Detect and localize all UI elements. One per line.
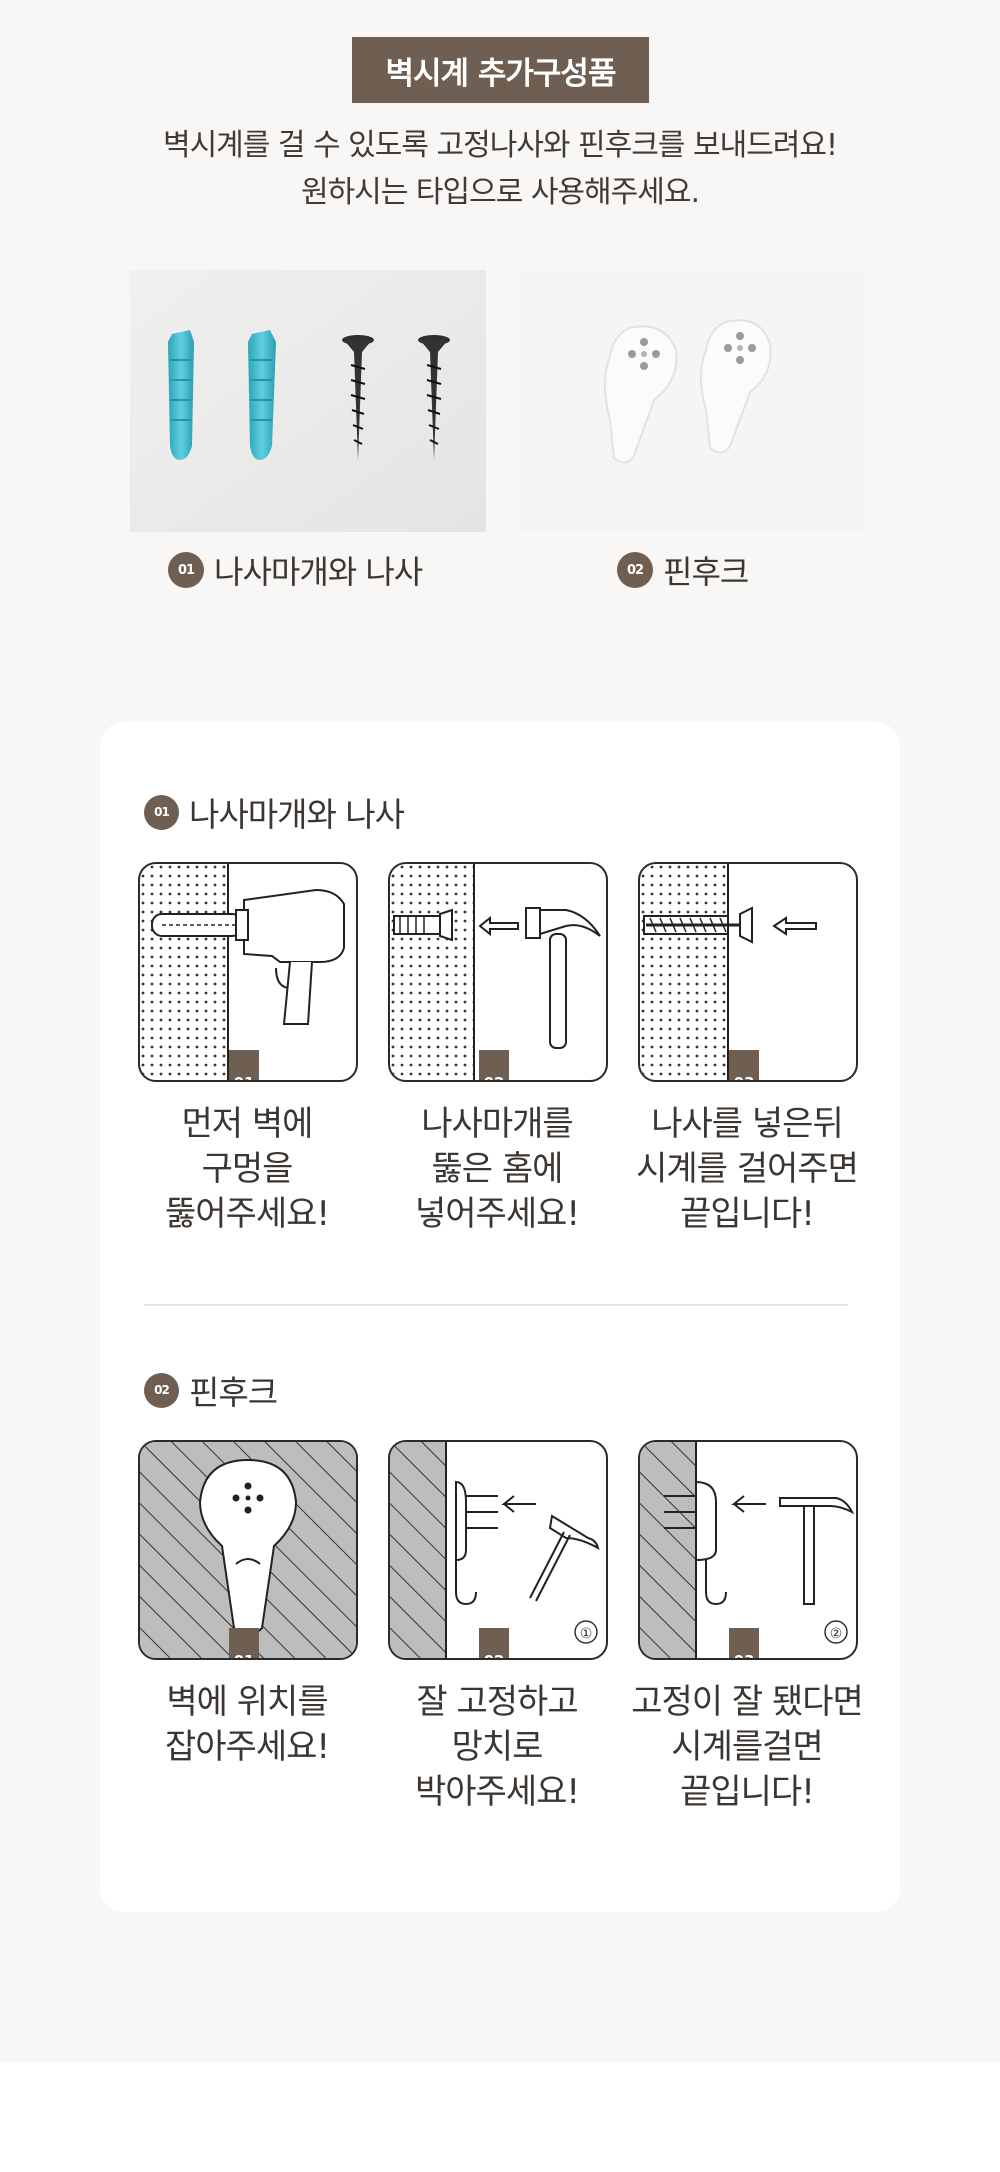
intro-text: 벽시계를 걸 수 있도록 고정나사와 핀후크를 보내드려요! 원하시는 타입으로… [0, 122, 1000, 216]
section-title-pin-hook: 02 핀후크 [144, 1366, 278, 1414]
step-illustration: 01 [138, 1440, 358, 1660]
hook-position-illustration [140, 1442, 356, 1658]
step-illustration: ① 02 [388, 1440, 608, 1660]
screw-step-2: 02 나사마개를 뚫은 홈에 넣어주세요! [388, 862, 608, 1237]
hook-fixed-illustration: ② [640, 1442, 855, 1658]
section-title-screw: 01 나사마개와 나사 [144, 788, 405, 836]
step-illustration: 01 [138, 862, 358, 1082]
step-description: 잘 고정하고 망치로 박아주세요! [414, 1682, 580, 1812]
section-divider [144, 1304, 848, 1306]
step-illustration: ② 03 [638, 1440, 858, 1660]
section-number-badge: 02 [144, 1372, 179, 1408]
component-label: 핀후크 [663, 553, 749, 591]
hammer-anchor-illustration [390, 864, 601, 1080]
step-number-tag: 02 [479, 1628, 509, 1658]
hook-hammer-illustration: ① [390, 1442, 600, 1658]
pin-hook-photo [514, 270, 870, 532]
page-title: 벽시계 추가구성품 [352, 37, 649, 103]
step-marker: ② [830, 1626, 843, 1642]
step-description: 나사를 넣은뒤 시계를 걸어주면 끝입니다! [636, 1104, 859, 1234]
screw-step-1: 01 먼저 벽에 구멍을 뚫어주세요! [138, 862, 358, 1237]
step-number-tag: 01 [229, 1050, 259, 1080]
component-number-badge: 01 [168, 552, 204, 588]
step-number-tag: 03 [729, 1050, 759, 1080]
step-number-tag: 01 [229, 1628, 259, 1658]
page-background: 벽시계 추가구성품 벽시계를 걸 수 있도록 고정나사와 핀후크를 보내드려요!… [0, 0, 1000, 2062]
pin-hook-step-1: 01 벽에 위치를 잡아주세요! [138, 1440, 358, 1770]
anchor-screw-photo [130, 270, 486, 532]
step-number-tag: 03 [729, 1628, 759, 1658]
plastic-anchor-2 [248, 330, 276, 460]
section-number-badge: 01 [144, 794, 179, 830]
step-marker: ① [580, 1626, 593, 1642]
step-illustration: 02 [388, 862, 608, 1082]
component-caption-1: 01 나사마개와 나사 [168, 547, 423, 593]
step-number-tag: 02 [479, 1050, 509, 1080]
drill-illustration [140, 864, 345, 1080]
pin-hook-step-2: ① 02 잘 고정하고 망치로 박아주세요! [388, 1440, 608, 1815]
step-description: 먼저 벽에 구멍을 뚫어주세요! [164, 1104, 330, 1234]
step-description: 고정이 잘 됐다면 시계를걸면 끝입니다! [631, 1682, 864, 1812]
step-illustration: 03 [638, 862, 858, 1082]
plastic-anchor-1 [168, 330, 194, 460]
component-label: 나사마개와 나사 [214, 553, 423, 591]
intro-line-2: 원하시는 타입으로 사용해주세요. [300, 175, 700, 210]
pin-hook-step-3: ② 03 고정이 잘 됐다면 시계를걸면 끝입니다! [631, 1440, 864, 1815]
screw-step-3: 03 나사를 넣은뒤 시계를 걸어주면 끝입니다! [636, 862, 859, 1237]
component-caption-2: 02 핀후크 [617, 547, 749, 593]
intro-line-1: 벽시계를 걸 수 있도록 고정나사와 핀후크를 보내드려요! [162, 128, 838, 163]
step-description: 나사마개를 뚫은 홈에 넣어주세요! [414, 1104, 580, 1234]
section-title-text: 나사마개와 나사 [189, 795, 405, 834]
instruction-card: 01 나사마개와 나사 먼저 벽에 구멍을 뚫어주세요! 나사마개를 뚫은 홈에… [100, 722, 900, 1912]
step-description: 벽에 위치를 잡아주세요! [164, 1682, 330, 1767]
component-number-badge: 02 [617, 552, 653, 588]
screw-insert-illustration [640, 864, 817, 1080]
section-title-text: 핀후크 [189, 1373, 278, 1412]
